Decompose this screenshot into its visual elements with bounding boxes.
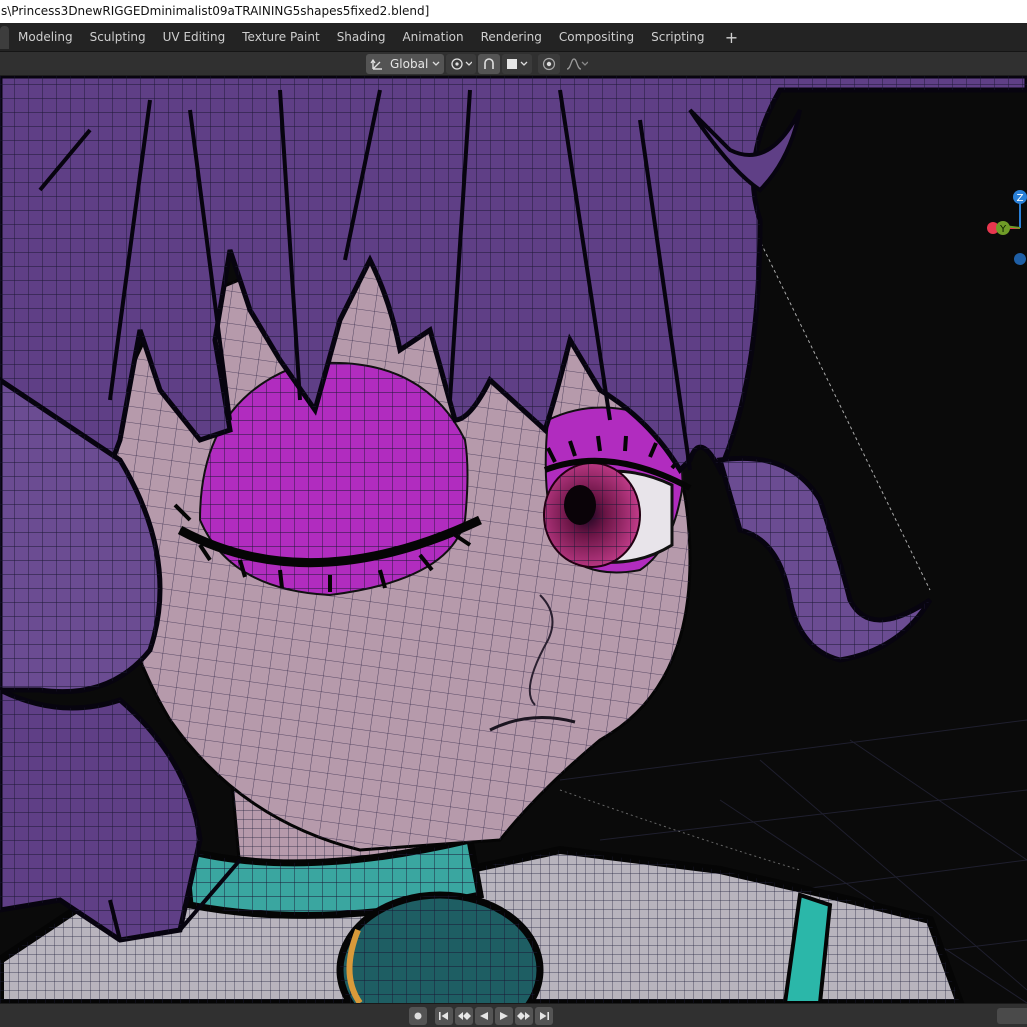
play-reverse-icon — [480, 1012, 488, 1020]
header-tools: Global — [366, 54, 594, 74]
play-button[interactable] — [495, 1007, 513, 1025]
tab-texture-paint[interactable]: Texture Paint — [234, 26, 327, 49]
tab-layout[interactable] — [0, 26, 9, 49]
proportional-falloff-dropdown[interactable] — [562, 54, 592, 74]
record-button[interactable] — [409, 1007, 427, 1025]
play-reverse-button[interactable] — [475, 1007, 493, 1025]
snap-toggle[interactable] — [478, 54, 500, 74]
viewport-header: Global — [0, 52, 1027, 76]
jump-end-button[interactable] — [535, 1007, 553, 1025]
prev-keyframe-button[interactable] — [455, 1007, 473, 1025]
transform-orientation-dropdown[interactable]: Global — [366, 54, 444, 74]
chevron-down-icon — [432, 61, 440, 66]
timeline-bar — [0, 1003, 1027, 1027]
jump-start-icon — [439, 1012, 448, 1020]
navigation-gizmo[interactable]: Z Y — [982, 186, 1027, 266]
pivot-point-dropdown[interactable] — [446, 54, 476, 74]
plus-icon: + — [724, 28, 739, 47]
tab-shading[interactable]: Shading — [329, 26, 394, 49]
prev-keyframe-icon — [458, 1012, 471, 1020]
snap-target-icon — [507, 59, 517, 69]
tab-rendering[interactable]: Rendering — [473, 26, 550, 49]
pivot-point-icon — [451, 58, 463, 70]
transform-orientation-value: Global — [390, 57, 429, 71]
axis-gizmo-icon: Z Y — [987, 190, 1027, 265]
snap-target-dropdown[interactable] — [502, 54, 532, 74]
axis-z-label: Z — [1017, 193, 1024, 204]
window-title: s\Princess3DnewRIGGEDminimalist09aTRAINI… — [1, 4, 430, 18]
viewport-scene — [0, 76, 1027, 1003]
play-icon — [500, 1012, 508, 1020]
tab-animation[interactable]: Animation — [394, 26, 471, 49]
next-keyframe-icon — [517, 1012, 530, 1020]
timeline-corner-field[interactable] — [997, 1008, 1027, 1024]
workspace-tabs: Modeling Sculpting UV Editing Texture Pa… — [0, 26, 751, 49]
tab-compositing[interactable]: Compositing — [551, 26, 642, 49]
playback-controls — [409, 1007, 555, 1025]
chevron-down-icon — [520, 61, 528, 66]
add-workspace-button[interactable]: + — [714, 26, 750, 49]
tab-uv-editing[interactable]: UV Editing — [155, 26, 234, 49]
record-icon — [414, 1012, 422, 1020]
window-title-bar: s\Princess3DnewRIGGEDminimalist09aTRAINI… — [0, 0, 1027, 23]
snap-icon — [484, 58, 494, 69]
chevron-down-icon — [581, 61, 588, 66]
jump-end-icon — [540, 1012, 549, 1020]
workspace-tabs-bar: Modeling Sculpting UV Editing Texture Pa… — [0, 23, 1027, 52]
tab-sculpting[interactable]: Sculpting — [82, 26, 154, 49]
3d-viewport[interactable]: Z Y — [0, 76, 1027, 1003]
next-keyframe-button[interactable] — [515, 1007, 533, 1025]
proportional-editing-toggle[interactable] — [538, 54, 560, 74]
tab-modeling[interactable]: Modeling — [10, 26, 81, 49]
jump-start-button[interactable] — [435, 1007, 453, 1025]
tab-scripting[interactable]: Scripting — [643, 26, 712, 49]
proportional-editing-icon — [542, 57, 556, 71]
chevron-down-icon — [465, 61, 472, 66]
axis-y-label: Y — [999, 224, 1007, 235]
transform-orientation-icon — [370, 58, 382, 70]
falloff-curve-icon — [566, 58, 581, 70]
